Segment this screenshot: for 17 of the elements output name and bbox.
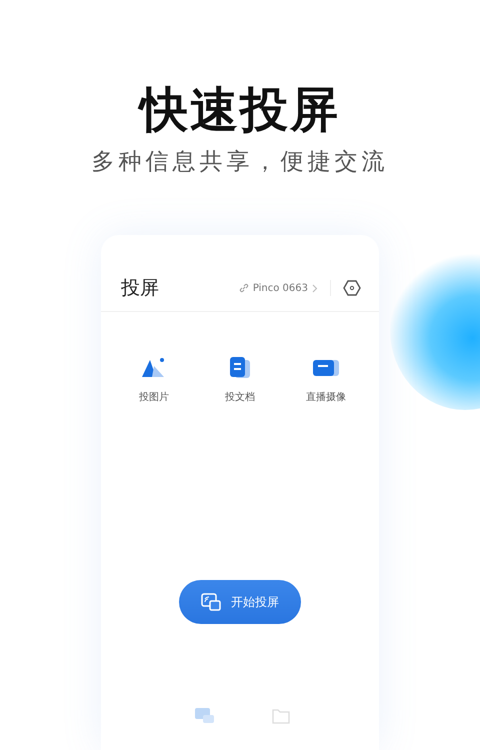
cast-option[interactable]: 投文档 [205, 354, 275, 404]
subtitle: 多种信息共享，便捷交流 [92, 148, 388, 177]
headline: 快速投屏 [140, 82, 340, 138]
settings-icon[interactable] [343, 279, 361, 297]
cast-option[interactable]: 投图片 [119, 354, 189, 404]
camera-icon [312, 358, 340, 376]
screen-cast-icon [201, 593, 221, 611]
screen-title: 投屏 [121, 276, 160, 301]
chevron-right-icon [312, 284, 318, 292]
start-cast-button[interactable]: 开始投屏 [179, 580, 301, 624]
folder-tab-icon[interactable] [272, 708, 290, 724]
link-icon [238, 283, 249, 293]
document-icon [229, 356, 251, 380]
cast-tab-icon[interactable] [194, 708, 215, 724]
cast-option[interactable]: 直播摄像 [291, 354, 361, 404]
mountain-icon [142, 356, 166, 378]
device-link[interactable]: Pinco 0663 [238, 282, 318, 294]
